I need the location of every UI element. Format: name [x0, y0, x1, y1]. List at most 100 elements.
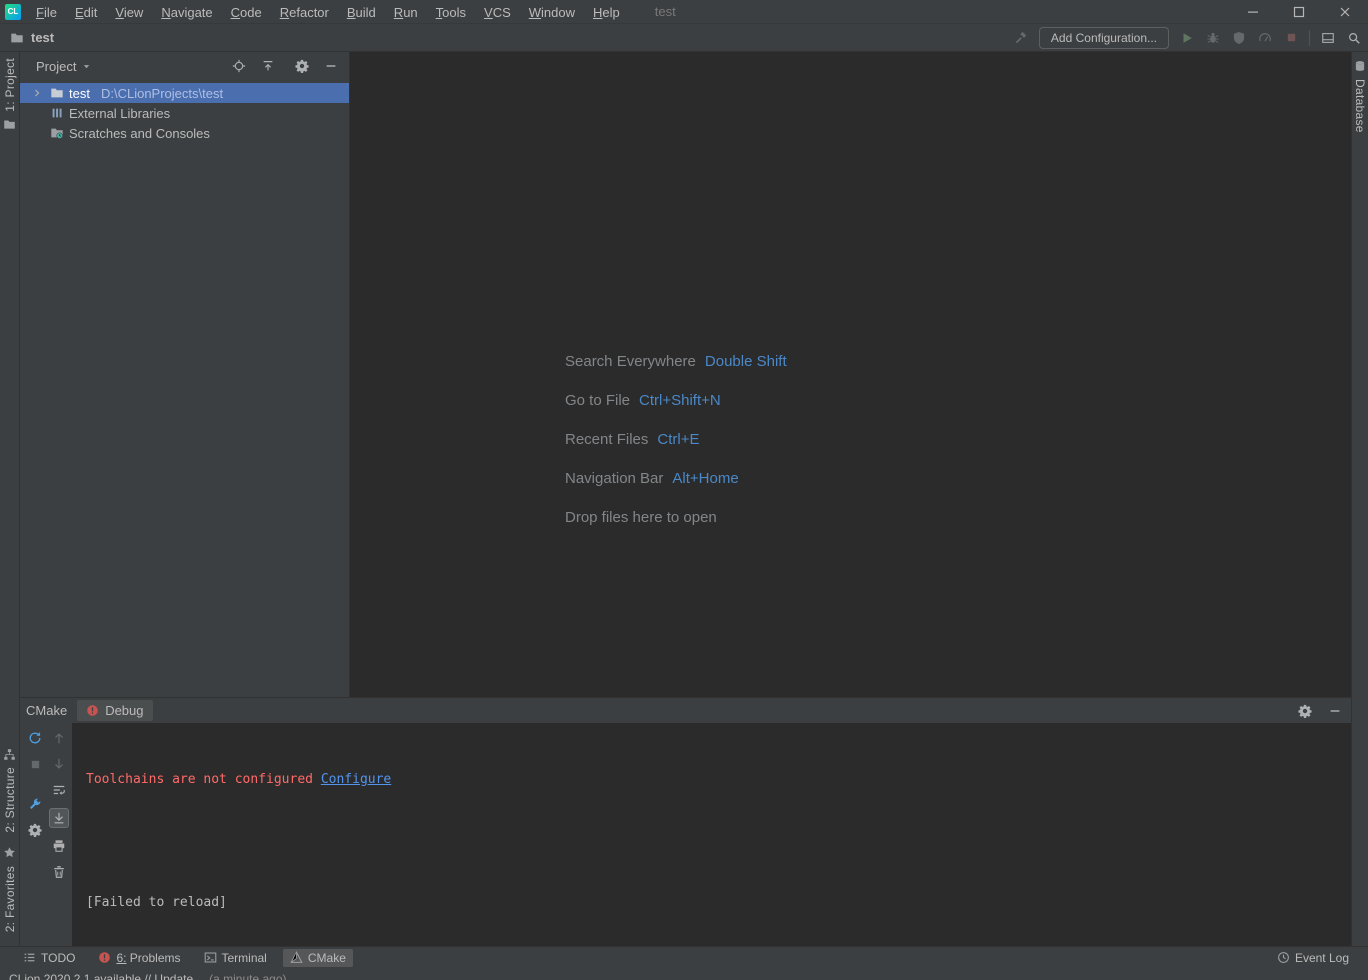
clear-all-trash-icon[interactable]	[51, 864, 67, 880]
hint-action: Drop files here to open	[565, 509, 717, 526]
stripe-button-favorites[interactable]: 2: Favorites	[2, 839, 18, 938]
menu-run[interactable]: Run	[385, 1, 427, 23]
settings-gear-icon[interactable]	[294, 58, 310, 74]
restore-layout-icon[interactable]	[1320, 30, 1336, 46]
menu-vcs[interactable]: VCS	[475, 1, 520, 23]
console-line-2: [Failed to reload]	[86, 895, 227, 910]
tree-row-scratches[interactable]: Scratches and Consoles	[20, 123, 349, 143]
cmake-window-title: CMake	[26, 703, 68, 718]
toolwindow-button-problems[interactable]: 6: Problems	[91, 949, 187, 967]
tree-item-path: D:\CLionProjects\test	[100, 85, 224, 101]
cmake-panel-actions	[1297, 703, 1343, 719]
debug-icon[interactable]	[1205, 30, 1221, 46]
breadcrumb[interactable]: test	[9, 30, 54, 46]
project-panel-actions	[231, 58, 339, 74]
hide-panel-icon[interactable]	[323, 58, 339, 74]
configure-link[interactable]: Configure	[321, 772, 391, 787]
options-gear-icon[interactable]	[27, 822, 43, 838]
hint-keys: Ctrl+E	[657, 431, 700, 448]
console-error-text: Toolchains are not configured	[86, 772, 321, 787]
favorites-star-icon	[2, 845, 18, 861]
stripe-button-structure[interactable]: 2: Structure	[2, 740, 18, 839]
hint-action: Go to File	[565, 392, 631, 409]
toolwindow-button-todo[interactable]: TODO	[16, 949, 82, 967]
cmake-tab-bar: CMake Debug	[20, 698, 1351, 723]
build-hammer-icon[interactable]	[1013, 30, 1029, 46]
print-icon[interactable]	[51, 838, 67, 854]
project-view-selector[interactable]: Project	[36, 58, 91, 74]
menu-help[interactable]: Help	[584, 1, 629, 23]
hint-go-to-file: Go to File Ctrl+Shift+N	[565, 381, 787, 420]
coverage-icon[interactable]	[1231, 30, 1247, 46]
scratches-icon	[49, 125, 65, 141]
cmake-left-toolbar	[20, 723, 72, 946]
editor-area[interactable]: Search Everywhere Double Shift Go to Fil…	[350, 52, 1351, 697]
toolwindow-button-terminal[interactable]: Terminal	[197, 949, 274, 967]
tool-window-bar: TODO 6: Problems Terminal CMake Event Lo…	[0, 946, 1368, 968]
locate-file-icon[interactable]	[231, 58, 247, 74]
cmake-settings-icon[interactable]	[27, 796, 43, 812]
hint-action: Navigation Bar	[565, 470, 664, 487]
run-icon[interactable]	[1179, 30, 1195, 46]
chevron-slot	[29, 105, 45, 121]
hint-drop-files: Drop files here to open	[565, 498, 787, 537]
toolbar-run-controls: Add Configuration...	[1013, 26, 1362, 49]
stripe-button-database[interactable]: Database	[1352, 52, 1368, 139]
project-tree: test D:\CLionProjects\test External Libr…	[20, 80, 349, 143]
left-stripe-bottom: 2: Structure 2: Favorites	[2, 740, 18, 946]
window-title: test	[654, 4, 676, 19]
update-time: (a minute ago)	[209, 972, 287, 980]
cmake-tool-window: CMake Debug Toolchains are not configure…	[20, 697, 1351, 946]
search-everywhere-icon[interactable]	[1346, 30, 1362, 46]
scroll-to-end-icon[interactable]	[49, 808, 69, 828]
clion-window: CL File Edit View Navigate Code Refactor…	[0, 0, 1368, 980]
profiler-icon[interactable]	[1257, 30, 1273, 46]
console-line-1: Toolchains are not configured Configure	[86, 770, 1351, 791]
stop-cmake-icon[interactable]	[27, 756, 43, 772]
stripe-structure-label: 2: Structure	[2, 767, 17, 833]
menu-build[interactable]: Build	[338, 1, 385, 23]
chevron-right-icon[interactable]	[29, 85, 45, 101]
update-link[interactable]: CLion 2020.2.1 available // Update...	[9, 972, 203, 980]
collapse-all-icon[interactable]	[260, 58, 276, 74]
menu-bar: CL File Edit View Navigate Code Refactor…	[0, 0, 1368, 24]
stripe-button-project[interactable]: 1: Project	[2, 52, 18, 139]
menu-code[interactable]: Code	[222, 1, 271, 23]
stop-icon[interactable]	[1283, 30, 1299, 46]
status-message: CLion 2020.2.1 available // Update... (a…	[0, 968, 1368, 980]
hide-panel-icon[interactable]	[1327, 703, 1343, 719]
reload-cmake-icon[interactable]	[27, 730, 43, 746]
menu-edit[interactable]: Edit	[66, 1, 106, 23]
prev-message-icon[interactable]	[51, 730, 67, 746]
right-tool-stripe: Database	[1351, 52, 1368, 946]
project-panel-header: Project	[20, 52, 349, 80]
toolwindow-button-event-log[interactable]: Event Log	[1270, 949, 1356, 967]
tree-row-external-libraries[interactable]: External Libraries	[20, 103, 349, 123]
tree-row-test-project[interactable]: test D:\CLionProjects\test	[20, 83, 349, 103]
menu-view[interactable]: View	[106, 1, 152, 23]
settings-gear-icon[interactable]	[1297, 703, 1313, 719]
hint-search-everywhere: Search Everywhere Double Shift	[565, 342, 787, 381]
soft-wrap-icon[interactable]	[51, 782, 67, 798]
add-configuration-button[interactable]: Add Configuration...	[1038, 26, 1169, 49]
clion-logo-icon: CL	[5, 3, 21, 20]
hint-keys: Ctrl+Shift+N	[639, 392, 721, 409]
next-message-icon[interactable]	[51, 756, 67, 772]
menu-file[interactable]: File	[27, 1, 66, 23]
tab-debug[interactable]: Debug	[77, 700, 153, 721]
menu-refactor[interactable]: Refactor	[271, 1, 338, 23]
toolwindow-button-cmake[interactable]: CMake	[282, 948, 353, 967]
todo-label: TODO	[41, 950, 76, 965]
cmake-body: Toolchains are not configured Configure …	[20, 723, 1351, 946]
terminal-icon	[204, 951, 217, 964]
hint-navigation-bar: Navigation Bar Alt+Home	[565, 459, 787, 498]
cmake-toolbar-col-1	[23, 730, 47, 946]
menu-window[interactable]: Window	[520, 1, 584, 23]
problems-error-icon	[98, 951, 111, 964]
close-button[interactable]	[1322, 0, 1368, 24]
menu-tools[interactable]: Tools	[427, 1, 475, 23]
minimize-button[interactable]	[1230, 0, 1276, 24]
maximize-button[interactable]	[1276, 0, 1322, 24]
menu-navigate[interactable]: Navigate	[152, 1, 221, 23]
